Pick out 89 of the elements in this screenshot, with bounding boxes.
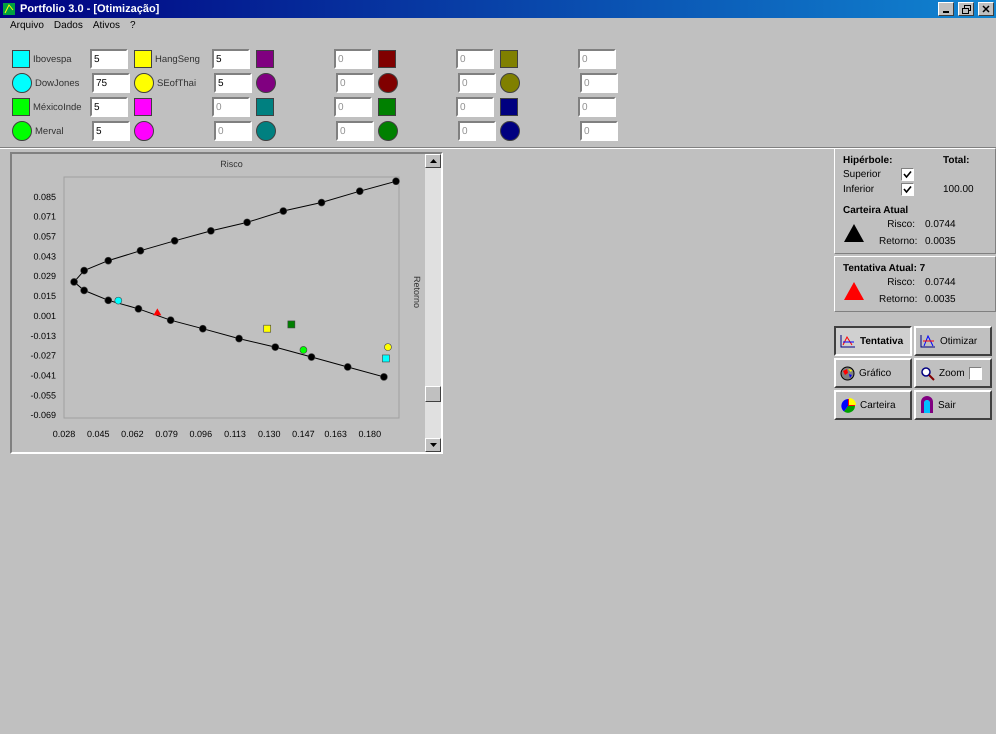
color-swatch[interactable] xyxy=(12,98,30,116)
asset-label: HangSeng xyxy=(154,54,201,64)
color-swatch[interactable] xyxy=(12,50,30,68)
risk-label: Risco: xyxy=(886,219,915,230)
close-button[interactable] xyxy=(978,2,994,16)
axis-title: Risco xyxy=(220,159,243,169)
weight-field[interactable]: 5 xyxy=(90,97,128,117)
section-title: Tentativa Atual: 7 xyxy=(843,263,926,274)
toolbar-button[interactable]: Otimizar xyxy=(914,326,992,356)
axis-tick-label: 0.062 xyxy=(121,429,144,439)
total-label: Total: xyxy=(943,155,970,166)
menu-item[interactable]: Dados xyxy=(54,20,83,34)
menu-item[interactable]: Ativos xyxy=(92,20,120,34)
axis-tick-label: 0.113 xyxy=(224,429,246,439)
risk-value: 0.0744 xyxy=(925,277,957,288)
close-icon xyxy=(982,5,990,13)
pie-chart-icon xyxy=(840,398,856,412)
restore-button[interactable] xyxy=(958,2,974,16)
axis-tick-label: 0.085 xyxy=(33,192,56,202)
app-icon xyxy=(2,2,16,16)
menu-item[interactable]: ? xyxy=(130,20,136,34)
asset-label: SEofThai xyxy=(156,78,198,88)
chart-icon xyxy=(920,334,936,348)
asset-label: MéxicoInde xyxy=(32,102,83,112)
up-arrow-icon xyxy=(430,159,436,163)
down-arrow-icon xyxy=(430,443,436,447)
option-label: Superior xyxy=(843,169,882,180)
scrollbar[interactable] xyxy=(425,154,441,452)
axis-tick-label: 0.029 xyxy=(33,271,56,282)
scroll-up-button[interactable] xyxy=(425,154,441,168)
risk-label: Risco: xyxy=(886,277,915,288)
minimize-button[interactable] xyxy=(938,2,954,16)
axis-tick-label: 0.180 xyxy=(358,429,382,439)
risk-value: 0.0744 xyxy=(925,219,957,230)
axis-tick-label: -0.055 xyxy=(30,390,56,400)
zoom-icon xyxy=(920,366,935,380)
toolbar-button[interactable]: Gráfico xyxy=(834,358,912,388)
return-label: Retorno: xyxy=(879,294,915,305)
total-value: 100.00 xyxy=(943,184,975,195)
axis-tick-label: -0.027 xyxy=(30,350,56,361)
color-circle[interactable] xyxy=(12,121,32,141)
exit-icon xyxy=(920,396,934,414)
chart-icon xyxy=(840,334,856,348)
weight-field[interactable]: 5 xyxy=(214,73,252,93)
axis-title: Retorno xyxy=(412,276,422,308)
axis-tick-label: 0.015 xyxy=(33,291,56,302)
checkbox[interactable] xyxy=(968,366,982,380)
color-circle[interactable] xyxy=(134,73,154,93)
weight-field[interactable]: 75 xyxy=(92,73,130,93)
menu-item[interactable]: Arquivo xyxy=(10,20,44,34)
axis-tick-label: -0.069 xyxy=(30,410,56,420)
axis-tick-label: 0.147 xyxy=(292,429,315,439)
axis-tick-label: 0.130 xyxy=(258,429,280,439)
axis-tick-label: 0.057 xyxy=(33,232,56,242)
return-value: 0.0035 xyxy=(925,294,957,305)
axis-tick-label: -0.041 xyxy=(30,370,56,380)
toolbar-button[interactable]: Carteira xyxy=(834,390,912,420)
toolbar-button[interactable]: Sair xyxy=(914,390,992,420)
weight-field[interactable]: 5 xyxy=(212,49,250,69)
axis-tick-label: 0.045 xyxy=(86,429,110,439)
weight-field[interactable]: 5 xyxy=(92,121,130,141)
return-label: Retorno: xyxy=(879,236,915,247)
scroll-down-button[interactable] xyxy=(425,438,441,452)
axis-tick-label: 0.096 xyxy=(190,429,212,439)
axis-tick-label: 0.079 xyxy=(155,429,178,439)
asset-label: DowJones xyxy=(34,78,80,88)
axis-tick-label: -0.013 xyxy=(30,330,56,341)
asset-label: Merval xyxy=(34,126,65,136)
return-value: 0.0035 xyxy=(925,236,957,247)
weight-field[interactable]: 5 xyxy=(90,49,128,69)
scroll-thumb[interactable] xyxy=(425,386,441,402)
asset-label: Ibovespa xyxy=(32,54,73,64)
axis-tick-label: 0.001 xyxy=(33,310,56,321)
section-title: Hipérbole: xyxy=(843,155,894,166)
toolbar-button[interactable]: Zoom xyxy=(914,358,992,388)
globe-icon xyxy=(840,366,855,380)
color-swatch[interactable] xyxy=(134,50,152,68)
axis-tick-label: 0.028 xyxy=(52,429,76,439)
window-title: Portfolio 3.0 - [Otimização] xyxy=(20,3,160,15)
axis-tick-label: 0.163 xyxy=(324,429,347,439)
checkbox[interactable] xyxy=(901,168,914,181)
axis-tick-label: 0.043 xyxy=(33,251,56,262)
color-circle[interactable] xyxy=(12,73,32,93)
restore-icon xyxy=(962,4,970,14)
checkbox[interactable] xyxy=(901,183,914,196)
axis-tick-label: 0.071 xyxy=(33,212,56,222)
option-label: Inferior xyxy=(843,184,876,195)
section-title: Carteira Atual xyxy=(843,205,910,216)
toolbar-button[interactable]: Tentativa xyxy=(834,326,912,356)
